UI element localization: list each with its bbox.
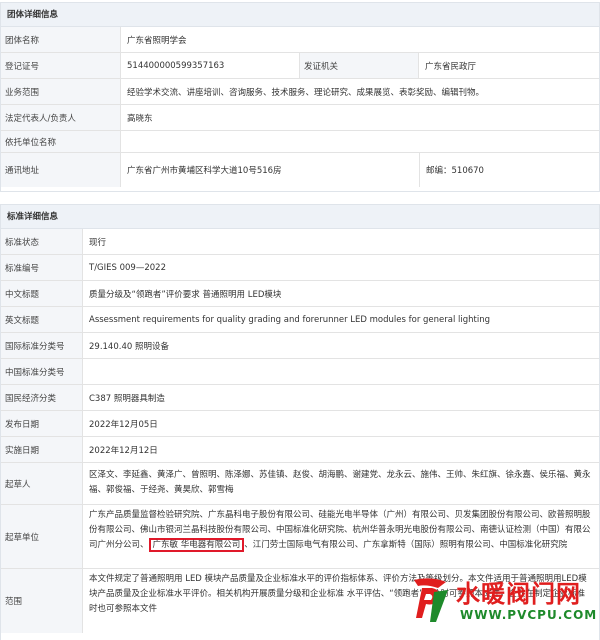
ics-row: 国际标准分类号 29.140.40 照明设备 <box>1 333 599 359</box>
scope-row: 业务范围 经验学术交流、讲座培训、咨询服务、技术服务、理论研究、成果展览、表彰奖… <box>1 79 599 105</box>
pub-row: 发布日期 2022年12月05日 <box>1 411 599 437</box>
group-info-section: 团体详细信息 团体名称 广东省照明学会 登记证号 514400000599357… <box>0 2 600 192</box>
support-row: 依托单位名称 <box>1 131 599 153</box>
group-name-label: 团体名称 <box>1 27 121 52</box>
units-text-after: 、江门劳士国际电气有限公司、广东拿斯特（国际）照明有限公司、中国标准化研究院 <box>244 540 568 550</box>
cn-title-value: 质量分级及“领跑者”评价要求 普通照明用 LED模块 <box>89 289 282 300</box>
units-highlight: 广东敏 华电器有限公司 <box>148 538 245 552</box>
impl-label: 实施日期 <box>1 437 83 462</box>
ics-label: 国际标准分类号 <box>1 333 83 358</box>
ics-value: 29.140.40 照明设备 <box>89 341 169 352</box>
status-value: 现行 <box>89 237 107 248</box>
drafters-label: 起草人 <box>1 463 83 504</box>
cn-title-row: 中文标题 质量分级及“领跑者”评价要求 普通照明用 LED模块 <box>1 281 599 307</box>
status-row: 标准状态 现行 <box>1 229 599 255</box>
pub-label: 发布日期 <box>1 411 83 436</box>
code-row: 标准编号 T/GIES 009—2022 <box>1 255 599 281</box>
units-value: 广东产品质量监督检验研究院、广东晶科电子股份有限公司、硅能光电半导体（广州）有限… <box>83 505 599 568</box>
econ-row: 国民经济分类 C387 照明器具制造 <box>1 385 599 411</box>
cn-title-label: 中文标题 <box>1 281 83 306</box>
units-row: 起草单位 广东产品质量监督检验研究院、广东晶科电子股份有限公司、硅能光电半导体（… <box>1 505 599 569</box>
scope-label: 业务范围 <box>1 79 121 104</box>
standard-info-header: 标准详细信息 <box>1 205 599 229</box>
econ-label: 国民经济分类 <box>1 385 83 410</box>
issuer-label: 发证机关 <box>299 53 419 78</box>
ccs-row: 中国标准分类号 <box>1 359 599 385</box>
group-name-row: 团体名称 广东省照明学会 <box>1 27 599 53</box>
en-title-label: 英文标题 <box>1 307 83 332</box>
code-value: T/GIES 009—2022 <box>89 262 166 273</box>
issuer-value: 广东省民政厅 <box>425 61 477 72</box>
ccs-label: 中国标准分类号 <box>1 359 83 384</box>
code-label: 标准编号 <box>1 255 83 280</box>
reg-row: 登记证号 514400000599357163 发证机关 广东省民政厅 <box>1 53 599 79</box>
watermark-url: WWW.PVCPU.COM <box>460 608 598 622</box>
addr-row: 通讯地址 广东省广州市黄埔区科学大道10号516房 邮编：510670 <box>1 153 599 187</box>
rep-row: 法定代表人/负责人 高晓东 <box>1 105 599 131</box>
postcode-value: 邮编：510670 <box>419 153 599 187</box>
support-label: 依托单位名称 <box>1 131 121 152</box>
impl-value: 2022年12月12日 <box>89 445 158 456</box>
rep-label: 法定代表人/负责人 <box>1 105 121 130</box>
group-name-value: 广东省照明学会 <box>127 35 187 46</box>
pv-logo-icon <box>414 578 448 622</box>
watermark-title: 水暖阀门网 <box>456 580 581 608</box>
scope2-label: 范围 <box>1 569 83 633</box>
reg-value: 514400000599357163 <box>127 60 225 71</box>
pub-value: 2022年12月05日 <box>89 419 158 430</box>
watermark: 水暖阀门网 WWW.PVCPU.COM <box>408 574 598 634</box>
drafters-value: 区泽文、李延鑫、黄泽广、曾照明、陈泽娜、苏佳镇、赵俊、胡海鹏、谢建党、龙永云、施… <box>89 470 591 495</box>
addr-value: 广东省广州市黄埔区科学大道10号516房 <box>127 166 282 176</box>
support-value <box>121 131 599 152</box>
status-label: 标准状态 <box>1 229 83 254</box>
drafters-row: 起草人 区泽文、李延鑫、黄泽广、曾照明、陈泽娜、苏佳镇、赵俊、胡海鹏、谢建党、龙… <box>1 463 599 505</box>
econ-value: C387 照明器具制造 <box>89 393 165 404</box>
en-title-row: 英文标题 Assessment requirements for quality… <box>1 307 599 333</box>
scope-value: 经验学术交流、讲座培训、咨询服务、技术服务、理论研究、成果展览、表彰奖励、编辑刊… <box>127 87 485 98</box>
ccs-value <box>83 359 599 384</box>
reg-label: 登记证号 <box>1 53 121 78</box>
rep-value: 高晓东 <box>127 113 153 124</box>
group-info-header: 团体详细信息 <box>1 3 599 27</box>
en-title-value: Assessment requirements for quality grad… <box>89 314 491 325</box>
addr-label: 通讯地址 <box>1 153 121 187</box>
impl-row: 实施日期 2022年12月12日 <box>1 437 599 463</box>
units-label: 起草单位 <box>1 505 83 568</box>
